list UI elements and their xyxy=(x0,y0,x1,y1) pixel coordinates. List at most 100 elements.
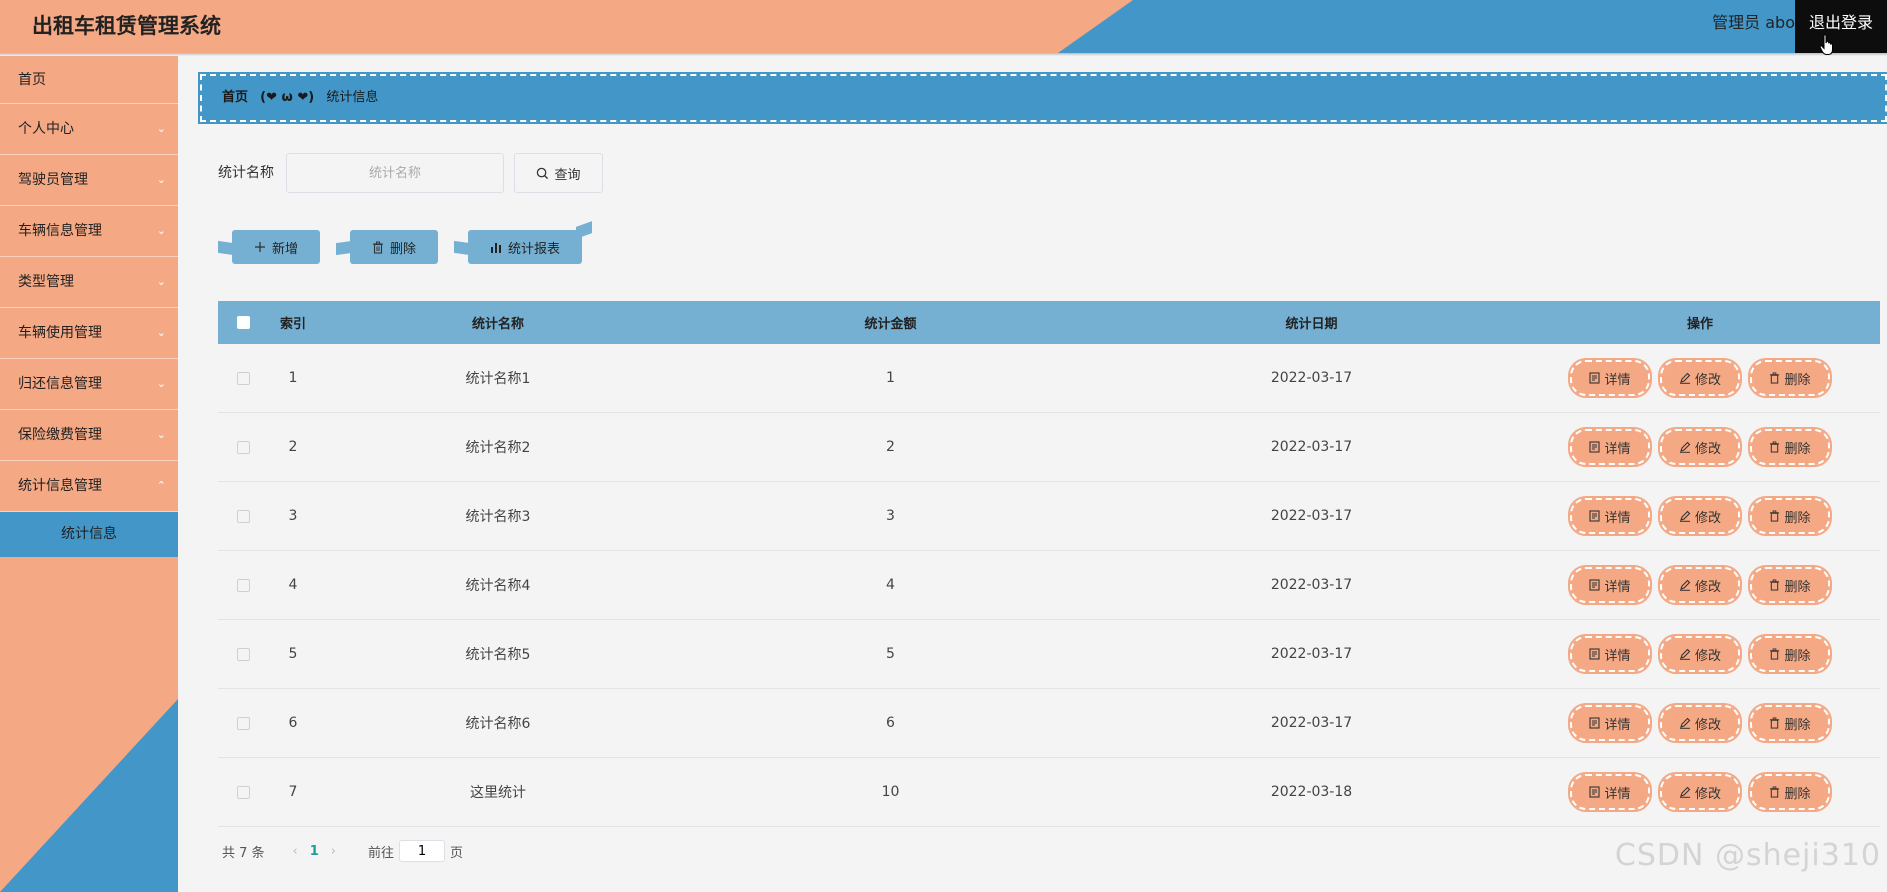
edit-button[interactable]: 修改 xyxy=(1658,565,1742,605)
row-checkbox[interactable] xyxy=(236,785,250,799)
button-tab-decoration xyxy=(454,240,470,256)
sidebar-item-driver-management[interactable]: 驾驶员管理 ⌄ xyxy=(0,155,178,206)
cell-name: 统计名称1 xyxy=(465,371,531,387)
sidebar-item-return-info[interactable]: 归还信息管理 ⌄ xyxy=(0,359,178,410)
page-number-current[interactable]: 1 xyxy=(310,844,319,859)
logout-button[interactable]: 退出登录 xyxy=(1795,0,1887,53)
detail-button[interactable]: 详情 xyxy=(1568,358,1652,398)
table-header: 索引 统计名称 统计金额 统计日期 操作 xyxy=(218,301,1880,344)
sidebar: 首页 个人中心 ⌄ 驾驶员管理 ⌄ 车辆信息管理 ⌄ 类型管理 ⌄ 车辆使用管理 ⌄ 归还… xyxy=(0,56,178,892)
row-checkbox[interactable] xyxy=(236,440,250,454)
row-delete-button[interactable]: 删除 xyxy=(1748,703,1832,743)
detail-button[interactable]: 详情 xyxy=(1568,772,1652,812)
cell-amount: 4 xyxy=(886,577,895,593)
sidebar-item-vehicle-usage[interactable]: 车辆使用管理 ⌄ xyxy=(0,308,178,359)
search-name-input[interactable] xyxy=(286,153,504,193)
sidebar-item-label: 车辆使用管理 xyxy=(18,325,102,341)
table-row: 4 统计名称4 4 2022-03-17 详情 修改 删除 xyxy=(218,551,1880,620)
table-row: 7 这里统计 10 2022-03-18 详情 修改 删除 xyxy=(218,758,1880,827)
row-checkbox[interactable] xyxy=(236,509,250,523)
row-checkbox[interactable] xyxy=(236,716,250,730)
edit-button[interactable]: 修改 xyxy=(1658,772,1742,812)
sidebar-subitem-statistics-info[interactable]: 统计信息 xyxy=(0,512,178,557)
detail-button-label: 详情 xyxy=(1604,579,1631,595)
next-page-icon[interactable]: › xyxy=(331,844,336,859)
row-delete-button[interactable]: 删除 xyxy=(1748,496,1832,536)
prev-page-icon[interactable]: ‹ xyxy=(293,844,298,859)
search-button[interactable]: 查询 xyxy=(514,153,603,193)
goto-label: 前往 xyxy=(368,845,395,861)
sidebar-item-personal-center[interactable]: 个人中心 ⌄ xyxy=(0,104,178,155)
row-delete-button[interactable]: 删除 xyxy=(1748,772,1832,812)
detail-button[interactable]: 详情 xyxy=(1568,427,1652,467)
edit-button[interactable]: 修改 xyxy=(1658,358,1742,398)
sidebar-item-home[interactable]: 首页 xyxy=(0,56,178,104)
detail-button[interactable]: 详情 xyxy=(1568,565,1652,605)
row-delete-button[interactable]: 删除 xyxy=(1748,634,1832,674)
edit-button[interactable]: 修改 xyxy=(1658,703,1742,743)
col-header-index: 索引 xyxy=(279,317,306,332)
document-icon xyxy=(1589,786,1601,798)
row-delete-button-label: 删除 xyxy=(1784,786,1811,802)
document-icon xyxy=(1589,510,1601,522)
sidebar-item-vehicle-info[interactable]: 车辆信息管理 ⌄ xyxy=(0,206,178,257)
cell-amount: 2 xyxy=(886,439,895,455)
cell-name: 统计名称3 xyxy=(465,509,531,525)
cell-ops: 详情 修改 删除 xyxy=(1520,634,1880,674)
chevron-down-icon: ⌄ xyxy=(156,275,166,288)
search-icon xyxy=(537,167,549,179)
sidebar-item-label: 首页 xyxy=(18,72,46,88)
row-delete-button-label: 删除 xyxy=(1784,717,1811,733)
cell-ops: 详情 修改 删除 xyxy=(1520,772,1880,812)
cell-name: 统计名称4 xyxy=(465,578,531,594)
col-header-name: 统计名称 xyxy=(471,317,524,332)
document-icon xyxy=(1589,648,1601,660)
search-button-label: 查询 xyxy=(554,167,581,183)
add-button[interactable]: 新增 xyxy=(218,230,320,264)
hand-cursor-icon xyxy=(1819,34,1833,55)
edit-icon xyxy=(1679,579,1691,591)
row-checkbox[interactable] xyxy=(236,371,250,385)
chevron-down-icon: ⌄ xyxy=(156,326,166,339)
goto-page-input[interactable] xyxy=(399,840,446,862)
sidebar-item-statistics-management[interactable]: 统计信息管理 ⌃ xyxy=(0,461,178,512)
cell-amount: 6 xyxy=(886,715,895,731)
plus-icon xyxy=(254,242,265,252)
cell-date: 2022-03-17 xyxy=(1270,715,1353,731)
row-checkbox[interactable] xyxy=(236,647,250,661)
edit-button-label: 修改 xyxy=(1694,717,1721,733)
edit-button[interactable]: 修改 xyxy=(1658,634,1742,674)
cell-date: 2022-03-17 xyxy=(1270,508,1353,524)
statistics-report-button[interactable]: 统计报表 xyxy=(454,221,592,264)
detail-button[interactable]: 详情 xyxy=(1568,703,1652,743)
row-select-cell xyxy=(218,785,268,799)
sidebar-item-label: 车辆信息管理 xyxy=(18,223,102,239)
breadcrumb-home[interactable]: 首页 xyxy=(222,90,248,105)
edit-button[interactable]: 修改 xyxy=(1658,427,1742,467)
row-delete-button[interactable]: 删除 xyxy=(1748,565,1832,605)
row-delete-button[interactable]: 删除 xyxy=(1748,427,1832,467)
chevron-up-icon: ⌃ xyxy=(156,479,166,492)
sidebar-item-type-management[interactable]: 类型管理 ⌄ xyxy=(0,257,178,308)
cell-name: 这里统计 xyxy=(470,785,526,801)
current-user: 管理员 abo xyxy=(1712,13,1795,32)
sidebar-item-insurance-payment[interactable]: 保险缴费管理 ⌄ xyxy=(0,410,178,461)
report-button-label: 统计报表 xyxy=(507,241,560,257)
detail-button[interactable]: 详情 xyxy=(1568,496,1652,536)
row-delete-button[interactable]: 删除 xyxy=(1748,358,1832,398)
detail-button-label: 详情 xyxy=(1604,717,1631,733)
detail-button[interactable]: 详情 xyxy=(1568,634,1652,674)
row-checkbox[interactable] xyxy=(236,578,250,592)
cell-name: 统计名称6 xyxy=(465,716,531,732)
select-all-checkbox[interactable] xyxy=(236,316,250,329)
document-icon xyxy=(1589,372,1601,384)
cell-index: 3 xyxy=(288,508,298,524)
col-header-ops: 操作 xyxy=(1686,317,1713,332)
detail-button-label: 详情 xyxy=(1604,441,1631,457)
trash-icon xyxy=(1770,786,1780,798)
edit-icon xyxy=(1679,372,1691,384)
bar-chart-icon xyxy=(490,242,501,253)
edit-icon xyxy=(1679,648,1691,660)
batch-delete-button[interactable]: 删除 xyxy=(336,230,438,264)
edit-button[interactable]: 修改 xyxy=(1658,496,1742,536)
